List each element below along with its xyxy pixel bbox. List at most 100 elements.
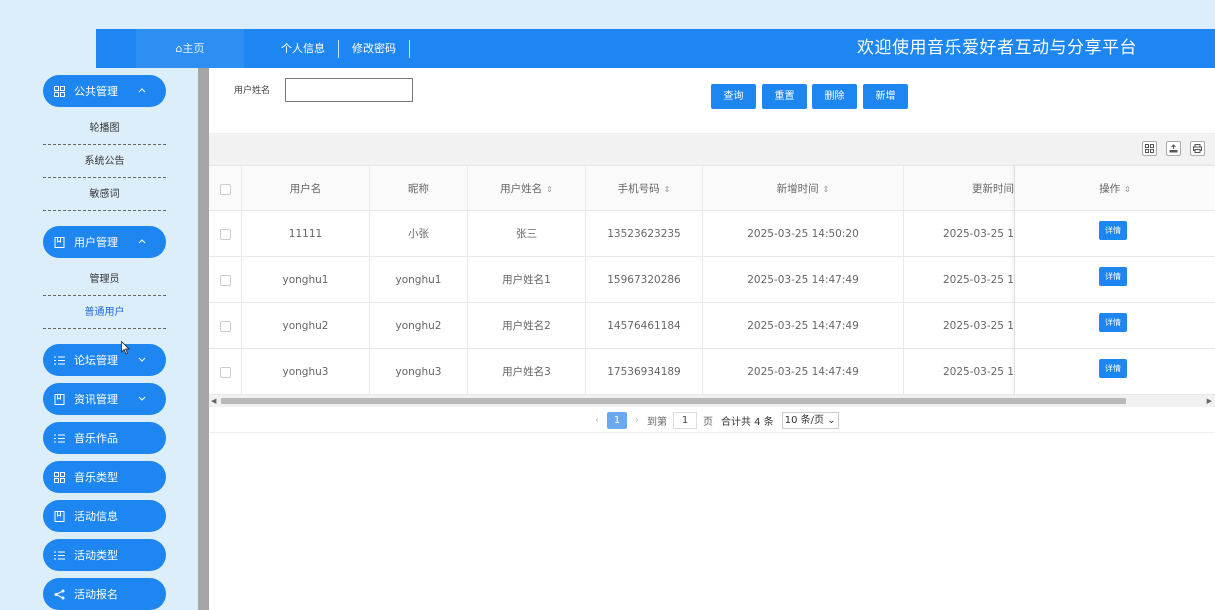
- menu-activity-registration[interactable]: 活动报名: [43, 578, 166, 610]
- next-page-icon[interactable]: ›: [635, 415, 639, 426]
- grid-icon: [52, 84, 66, 98]
- goto-label: 到第: [647, 416, 667, 428]
- top-bar: ⌂主页 个人信息 修改密码 欢迎使用音乐爱好者互动与分享平台: [96, 29, 1215, 68]
- cell-phone: 13523623235: [586, 211, 703, 257]
- menu-activity-types[interactable]: 活动类型: [43, 539, 166, 571]
- cell-phone: 14576461184: [586, 303, 703, 349]
- page-size-value: 10 条/页: [784, 414, 825, 426]
- chevron-down-icon: [136, 392, 148, 404]
- home-link[interactable]: ⌂主页: [136, 29, 244, 68]
- total-count: 合计共 4 条: [721, 416, 774, 428]
- detail-button[interactable]: 详情: [1099, 221, 1127, 240]
- realname-search-input[interactable]: [285, 78, 413, 102]
- columns-icon[interactable]: [1142, 141, 1157, 156]
- share-icon: [52, 587, 66, 601]
- menu-forum-management[interactable]: 论坛管理: [43, 344, 166, 376]
- main-content: 用户姓名 查询 重置 删除 新增 用户名 昵称 用户姓名 ⇕ 手机号码 ⇕ 新增时间…: [209, 68, 1215, 610]
- menu-label: 活动类型: [74, 549, 118, 562]
- row-checkbox[interactable]: [219, 366, 231, 378]
- col-nickname: 昵称: [370, 166, 468, 212]
- add-button[interactable]: 新增: [863, 84, 908, 109]
- sidebar-item-admin[interactable]: 管理员: [43, 263, 166, 296]
- goto-page-input[interactable]: 1: [673, 411, 697, 429]
- reset-button[interactable]: 重置: [762, 84, 807, 109]
- cell-phone: 17536934189: [586, 349, 703, 395]
- scroll-left-icon[interactable]: ◀: [211, 397, 216, 405]
- list-icon: [52, 353, 66, 367]
- cell-username: yonghu1: [242, 257, 370, 303]
- row-select-cell: [209, 303, 242, 349]
- select-all-checkbox[interactable]: [219, 183, 231, 195]
- cell-username: yonghu2: [242, 303, 370, 349]
- grid-icon: [52, 470, 66, 484]
- cell-created: 2025-03-25 14:47:49: [703, 303, 904, 349]
- chevron-up-icon: [136, 235, 148, 247]
- menu-label: 音乐类型: [74, 471, 118, 484]
- bookmark-icon: [52, 392, 66, 406]
- search-label: 用户姓名: [234, 86, 271, 96]
- menu-label: 公共管理: [74, 85, 118, 98]
- query-button[interactable]: 查询: [711, 84, 756, 109]
- detail-button[interactable]: 详情: [1099, 359, 1127, 378]
- sidebar-scrollbar[interactable]: [198, 68, 209, 610]
- cell-username: yonghu3: [242, 349, 370, 395]
- row-select-cell: [209, 211, 242, 257]
- nav-change-password[interactable]: 修改密码: [339, 39, 410, 58]
- export-icon[interactable]: [1166, 141, 1181, 156]
- row-select-cell: [209, 257, 242, 303]
- col-username: 用户名: [242, 166, 370, 212]
- list-icon: [52, 431, 66, 445]
- bookmark-icon: [52, 235, 66, 249]
- scroll-right-icon[interactable]: ▶: [1207, 397, 1212, 405]
- menu-user-management[interactable]: 用户管理: [43, 226, 166, 258]
- col-realname[interactable]: 用户姓名 ⇕: [468, 166, 586, 212]
- cell-realname: 张三: [468, 211, 586, 257]
- chevron-down-icon: ⌄: [827, 414, 836, 426]
- scrollbar-thumb[interactable]: [221, 398, 1126, 404]
- col-label: 用户姓名: [500, 183, 543, 195]
- page-size-select[interactable]: 10 条/页 ⌄: [781, 411, 839, 429]
- sidebar-item-regular-user[interactable]: 普通用户: [43, 296, 166, 329]
- prev-page-icon[interactable]: ‹: [595, 415, 599, 426]
- col-updated[interactable]: 更新时间: [904, 166, 1015, 212]
- site-title: 欢迎使用音乐爱好者互动与分享平台: [857, 38, 1137, 58]
- select-all-cell: [209, 166, 242, 212]
- chevron-down-icon: [136, 353, 148, 365]
- cell-realname: 用户姓名2: [468, 303, 586, 349]
- menu-public-management[interactable]: 公共管理: [43, 75, 166, 107]
- menu-label: 活动报名: [74, 588, 118, 601]
- print-icon[interactable]: [1190, 141, 1205, 156]
- sort-icon: ⇕: [546, 185, 553, 194]
- menu-news-management[interactable]: 资讯管理: [43, 383, 166, 415]
- cell-phone: 15967320286: [586, 257, 703, 303]
- menu-activity-info[interactable]: 活动信息: [43, 500, 166, 532]
- sidebar-item-announcement[interactable]: 系统公告: [43, 145, 166, 178]
- cell-username: 11111: [242, 211, 370, 257]
- menu-music-works[interactable]: 音乐作品: [43, 422, 166, 454]
- col-created[interactable]: 新增时间 ⇕: [703, 166, 904, 212]
- row-checkbox[interactable]: [219, 320, 231, 332]
- detail-button[interactable]: 详情: [1099, 267, 1127, 286]
- divider: [209, 432, 1215, 433]
- sidebar-item-sensitive-words[interactable]: 敏感词: [43, 178, 166, 211]
- page-unit-label: 页: [703, 416, 713, 428]
- menu-label: 用户管理: [74, 236, 118, 249]
- row-select-cell: [209, 349, 242, 395]
- detail-button[interactable]: 详情: [1099, 313, 1127, 332]
- row-checkbox[interactable]: [219, 228, 231, 240]
- sort-icon: ⇕: [822, 185, 830, 194]
- mouse-cursor-icon: [121, 341, 130, 355]
- menu-music-types[interactable]: 音乐类型: [43, 461, 166, 493]
- page-number-current[interactable]: 1: [607, 411, 627, 429]
- nav-profile[interactable]: 个人信息: [268, 39, 339, 58]
- list-icon: [52, 548, 66, 562]
- table-row: yonghu2 yonghu2 用户姓名2 14576461184 2025-0…: [209, 303, 1215, 349]
- top-nav: 个人信息 修改密码: [268, 29, 410, 68]
- delete-button[interactable]: 删除: [812, 84, 857, 109]
- cell-nickname: yonghu3: [370, 349, 468, 395]
- table-row: yonghu1 yonghu1 用户姓名1 15967320286 2025-0…: [209, 257, 1215, 303]
- col-phone[interactable]: 手机号码 ⇕: [586, 166, 703, 212]
- table-horizontal-scrollbar[interactable]: ◀ ▶: [209, 395, 1215, 407]
- row-checkbox[interactable]: [219, 274, 231, 286]
- sidebar-item-banner[interactable]: 轮播图: [43, 112, 166, 145]
